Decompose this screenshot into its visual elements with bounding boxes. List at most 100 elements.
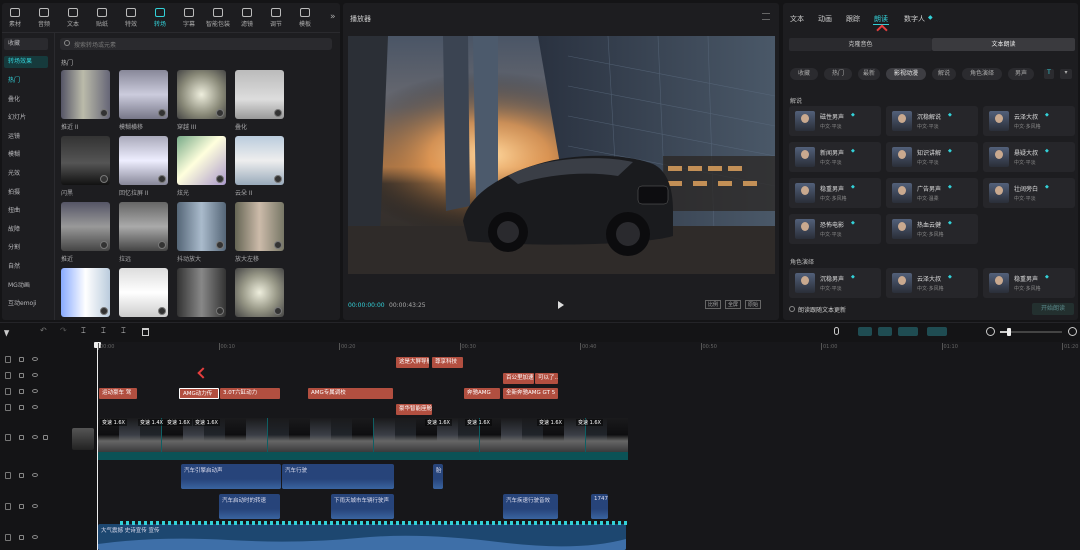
tab-2[interactable]: 跟踪 [846, 14, 860, 24]
toolbar-more-button[interactable]: » [330, 12, 336, 22]
mic-icon[interactable] [834, 327, 839, 335]
narration-voice-card-3[interactable]: 新闻男声 ◆ 中文·平淡 [789, 142, 881, 172]
narration-voice-card-1[interactable]: 沉稳解说 ◆ 中文·平淡 [886, 106, 978, 136]
select-tool-icon[interactable] [3, 328, 12, 337]
split-left-icon[interactable]: ⌶ [101, 326, 106, 336]
audio-clip-row1-2[interactable]: 胎 [433, 464, 443, 489]
audio-clip-row1-1[interactable]: 汽车行驶 [282, 464, 394, 489]
role-voice-card-1[interactable]: 云泽大叔 ◆ 中文·多风格 [886, 268, 978, 298]
eye-icon[interactable] [32, 405, 38, 409]
filter-chip-0[interactable]: 收藏 [790, 68, 818, 80]
lock-icon[interactable] [19, 473, 24, 478]
transition-thumb-1[interactable] [119, 70, 168, 119]
eye-icon[interactable] [32, 535, 38, 539]
delete-icon[interactable] [142, 328, 149, 336]
download-icon[interactable] [158, 109, 166, 117]
filter-chip-4[interactable]: 解说 [932, 68, 956, 80]
narration-voice-card-0[interactable]: 磁性男声 ◆ 中文·平淡 [789, 106, 881, 136]
preview-axis-icon[interactable] [898, 327, 918, 336]
text-clip-0[interactable]: 这是大屏导航 [396, 357, 429, 368]
transition-thumb-14[interactable] [177, 268, 226, 317]
transition-thumb-15[interactable] [235, 268, 284, 317]
text-clip-3[interactable]: 可以了... [535, 373, 558, 384]
text-clip-6[interactable]: 3.0T六缸动力 [220, 388, 280, 399]
filter-expand-icon[interactable]: ▾ [1060, 69, 1072, 79]
narration-voice-card-7[interactable]: 广告男声 ◆ 中文·温柔 [886, 178, 978, 208]
filter-sort-icon[interactable]: T [1044, 69, 1054, 79]
lock-icon[interactable] [19, 405, 24, 410]
download-icon[interactable] [100, 109, 108, 117]
narration-voice-card-6[interactable]: 稳重男声 ◆ 中文·多风格 [789, 178, 881, 208]
start-reading-button[interactable]: 开始朗读 [1032, 303, 1074, 315]
text-clip-10[interactable]: 豪华智能座舱 [396, 404, 432, 415]
toolbar-media-button[interactable]: 素材 [2, 8, 28, 28]
filter-chip-3[interactable]: 影视动漫 [886, 68, 926, 80]
preview-canvas[interactable] [348, 36, 775, 274]
audio-clip-row2-3[interactable]: 17472 [591, 494, 608, 519]
narration-voice-card-2[interactable]: 云泽大叔 ◆ 中文·多风格 [983, 106, 1075, 136]
role-voice-card-0[interactable]: 沉稳男声 ◆ 中文·平淡 [789, 268, 881, 298]
audio-mute-icon[interactable] [43, 435, 48, 440]
download-icon[interactable] [100, 241, 108, 249]
sidebar-item-11[interactable]: 分割 [4, 242, 48, 254]
transition-thumb-0[interactable] [61, 70, 110, 119]
redo-icon[interactable]: ↷ [60, 326, 67, 335]
transition-thumb-13[interactable] [119, 268, 168, 317]
transition-thumb-10[interactable] [177, 202, 226, 251]
audio-clip-row2-2[interactable]: 汽车疾速行驶音效 [503, 494, 558, 519]
split-right-icon[interactable]: ⌶ [121, 326, 126, 336]
download-icon[interactable] [158, 241, 166, 249]
narration-voice-card-5[interactable]: 悬疑大叔 ◆ 中文·平淡 [983, 142, 1075, 172]
transition-thumb-8[interactable] [61, 202, 110, 251]
zoom-slider[interactable] [1000, 328, 1062, 336]
transition-thumb-2[interactable] [177, 70, 226, 119]
zoom-in-icon[interactable] [1068, 327, 1077, 336]
play-icon[interactable] [558, 301, 564, 309]
eye-icon[interactable] [32, 435, 38, 439]
audio-sync-icon[interactable] [927, 327, 947, 336]
download-icon[interactable] [100, 175, 108, 183]
text-clip-5[interactable]: AMG动力传 [179, 388, 219, 399]
sidebar-item-7[interactable]: 光效 [4, 168, 48, 180]
lock-icon[interactable] [19, 373, 24, 378]
original-button[interactable]: 原始 [745, 300, 762, 309]
cover-thumbnail[interactable] [72, 428, 94, 450]
download-icon[interactable] [274, 109, 282, 117]
toolbar-template-button[interactable]: 模板 [292, 8, 318, 28]
toolbar-sticker-button[interactable]: 贴纸 [89, 8, 115, 28]
link-icon[interactable] [878, 327, 892, 336]
text-clip-7[interactable]: AMG专属调校 [308, 388, 393, 399]
filter-chip-2[interactable]: 最新 [858, 68, 880, 80]
follow-text-checkbox[interactable] [789, 306, 795, 312]
transition-thumb-12[interactable] [61, 268, 110, 317]
download-icon[interactable] [100, 307, 108, 315]
zoom-out-icon[interactable] [986, 327, 995, 336]
text-clip-4[interactable]: 运动豪车 驾 [99, 388, 137, 399]
toolbar-transition-button[interactable]: 转场 [147, 8, 173, 28]
sidebar-item-2[interactable]: 热门 [4, 75, 48, 87]
download-icon[interactable] [158, 307, 166, 315]
subtab-clone[interactable]: 克隆音色 [789, 38, 932, 51]
music-clip[interactable]: 大气震撼 史诗宣传 宣传 [98, 524, 626, 550]
text-clip-1[interactable]: 尊享科技 [432, 357, 463, 368]
download-icon[interactable] [274, 307, 282, 315]
filter-chip-1[interactable]: 热门 [824, 68, 852, 80]
transition-thumb-11[interactable] [235, 202, 284, 251]
lock-icon[interactable] [19, 504, 24, 509]
toolbar-audio-button[interactable]: 音频 [31, 8, 57, 28]
sidebar-item-8[interactable]: 拍摄 [4, 187, 48, 199]
download-icon[interactable] [274, 241, 282, 249]
lock-icon[interactable] [19, 435, 24, 440]
magnet-icon[interactable] [858, 327, 872, 336]
download-icon[interactable] [216, 109, 224, 117]
transition-thumb-7[interactable] [235, 136, 284, 185]
download-icon[interactable] [216, 307, 224, 315]
fullscreen-button[interactable]: 全屏 [725, 300, 742, 309]
sidebar-item-14[interactable]: 互动emoji [4, 298, 48, 310]
transition-thumb-3[interactable] [235, 70, 284, 119]
narration-voice-card-9[interactable]: 恐怖电影 ◆ 中文·平淡 [789, 214, 881, 244]
audio-clip-row2-0[interactable]: 汽车启动时的转速 [219, 494, 280, 519]
undo-icon[interactable]: ↶ [40, 326, 47, 335]
audio-clip-row2-1[interactable]: 下雨天城市车辆行驶声 [331, 494, 394, 519]
transition-thumb-6[interactable] [177, 136, 226, 185]
